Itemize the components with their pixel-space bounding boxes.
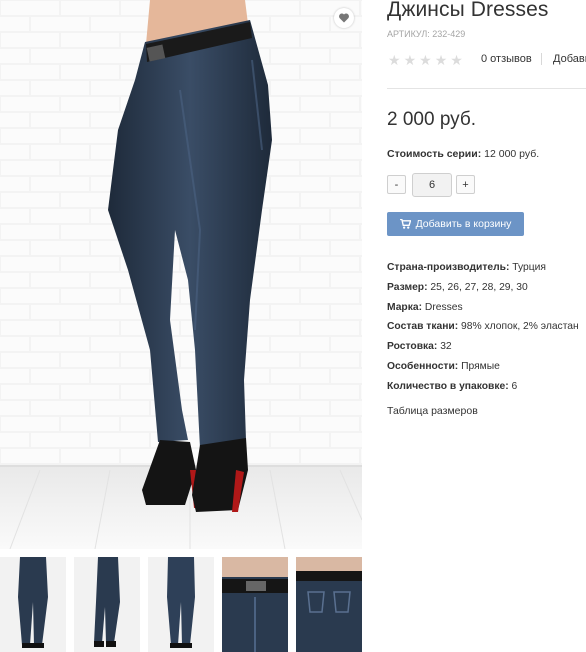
- quantity-input[interactable]: [412, 173, 452, 197]
- thumbnail-strip: [0, 557, 366, 652]
- product-sku: АРТИКУЛ: 232-429: [387, 29, 466, 39]
- jeans-photo: [0, 0, 362, 549]
- spec-label: Ростовка:: [387, 341, 438, 353]
- series-price-value: 12 000 руб.: [481, 148, 540, 160]
- thumbnail-image: [0, 557, 66, 652]
- star-icon[interactable]: ★: [419, 51, 432, 69]
- thumbnail-5[interactable]: [296, 557, 362, 652]
- rating-stars[interactable]: ★ ★ ★ ★ ★: [388, 51, 463, 69]
- thumbnail-2[interactable]: [74, 557, 140, 652]
- cart-icon: [399, 219, 411, 229]
- thumbnail-1[interactable]: [0, 557, 66, 652]
- spec-pack-quantity: Количество в упаковке: 6: [387, 377, 586, 397]
- spec-value: 32: [437, 341, 452, 353]
- heart-icon: [339, 13, 349, 23]
- quantity-stepper: - +: [387, 173, 487, 197]
- qty-decrease-button[interactable]: -: [387, 175, 406, 194]
- thumbnail-4[interactable]: [222, 557, 288, 652]
- product-price: 2 000 руб.: [387, 109, 477, 130]
- spec-value: 6: [508, 380, 518, 392]
- star-icon[interactable]: ★: [435, 51, 448, 69]
- spec-value: Dresses: [422, 301, 463, 313]
- spec-value: Турция: [509, 262, 546, 273]
- spec-size: Размер: 25, 26, 27, 28, 29, 30: [387, 278, 586, 298]
- product-specs: Страна-производитель: Турция Размер: 25,…: [387, 258, 586, 397]
- thumbnail-image: [148, 557, 214, 652]
- star-icon[interactable]: ★: [388, 51, 401, 69]
- spec-label: Состав ткани:: [387, 321, 459, 333]
- star-icon[interactable]: ★: [450, 51, 463, 69]
- add-to-cart-label: Добавить в корзину: [415, 218, 512, 230]
- spec-value: Прямые: [458, 360, 500, 372]
- size-table-link[interactable]: Таблица размеров: [387, 405, 478, 417]
- spec-label: Размер:: [387, 281, 428, 293]
- thumbnail-image: [74, 557, 140, 652]
- spec-height: Ростовка: 32: [387, 337, 586, 357]
- thumbnail-image: [222, 557, 288, 652]
- thumbnail-image: [296, 557, 362, 652]
- rating-row: ★ ★ ★ ★ ★ 0 отзывов Добавить отзыв: [387, 51, 586, 69]
- spec-label: Особенности:: [387, 360, 459, 372]
- add-to-cart-button[interactable]: Добавить в корзину: [387, 212, 524, 236]
- spec-value: 98% хлопок, 2% эластан: [458, 321, 579, 333]
- product-title: Джинсы Dresses: [387, 0, 549, 21]
- product-info: Джинсы Dresses АРТИКУЛ: 232-429 ★ ★ ★ ★ …: [387, 0, 586, 652]
- spec-value: 25, 26, 27, 28, 29, 30: [427, 281, 528, 293]
- spec-label: Страна-производитель:: [387, 262, 510, 273]
- star-icon[interactable]: ★: [404, 51, 417, 69]
- series-price-label: Стоимость серии:: [387, 148, 482, 160]
- thumbnail-3[interactable]: [148, 557, 214, 652]
- spec-country: Страна-производитель: Турция: [387, 258, 586, 278]
- spec-brand: Марка: Dresses: [387, 298, 586, 318]
- divider: [387, 88, 586, 89]
- main-product-image[interactable]: [0, 0, 362, 549]
- add-review-link[interactable]: Добавить отзыв: [541, 53, 586, 65]
- qty-increase-button[interactable]: +: [456, 175, 475, 194]
- reviews-link[interactable]: 0 отзывов: [481, 53, 532, 65]
- spec-label: Марка:: [387, 301, 423, 313]
- wishlist-button[interactable]: [334, 8, 354, 28]
- spec-fabric: Состав ткани: 98% хлопок, 2% эластан: [387, 317, 586, 337]
- series-price: Стоимость серии: 12 000 руб.: [387, 148, 539, 160]
- spec-label: Количество в упаковке:: [387, 380, 509, 392]
- spec-features: Особенности: Прямые: [387, 357, 586, 377]
